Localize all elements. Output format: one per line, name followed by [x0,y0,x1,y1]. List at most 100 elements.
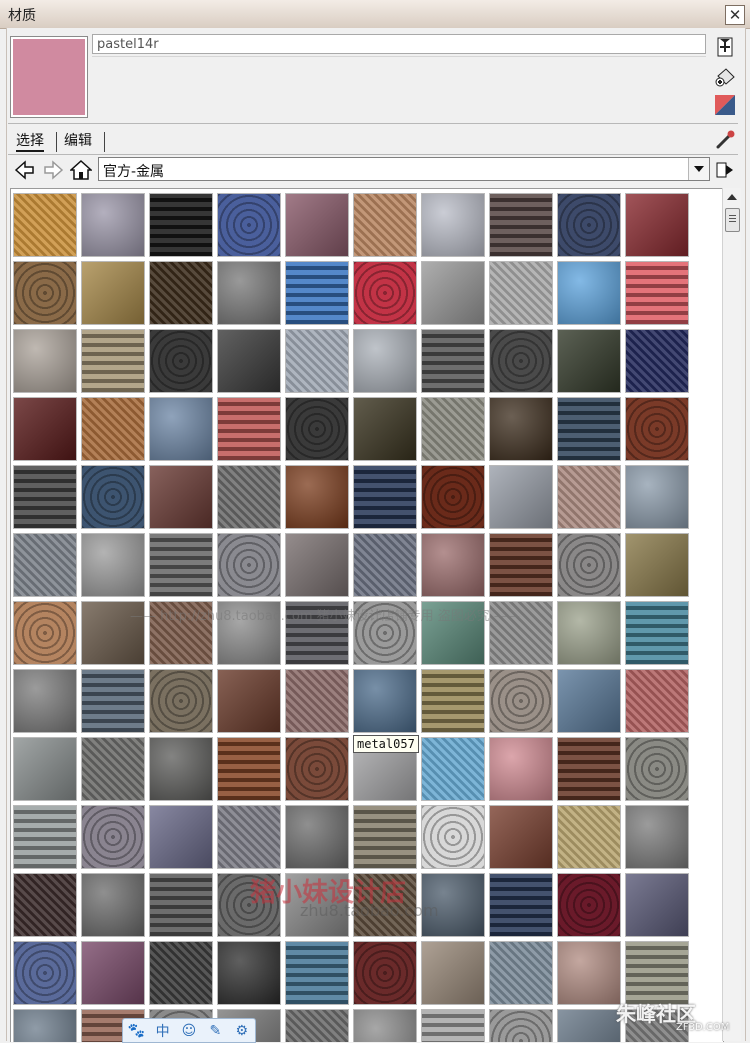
default-paint-button[interactable] [714,66,736,88]
material-swatch[interactable] [557,397,621,461]
scroll-up-icon[interactable] [727,194,737,200]
material-swatch[interactable] [489,737,553,801]
material-swatch[interactable] [285,805,349,869]
material-swatch[interactable] [217,261,281,325]
tab-edit[interactable]: 编辑 [64,130,92,150]
material-swatch[interactable] [217,397,281,461]
material-name-input[interactable] [92,34,706,54]
material-swatch[interactable] [13,465,77,529]
material-swatch[interactable] [13,261,77,325]
material-swatch[interactable] [149,873,213,937]
material-swatch[interactable] [13,941,77,1005]
scroll-thumb[interactable] [725,208,740,232]
material-swatch[interactable] [353,941,417,1005]
material-swatch[interactable] [557,465,621,529]
material-swatch[interactable] [81,873,145,937]
material-swatch[interactable] [13,805,77,869]
material-swatch[interactable] [421,941,485,1005]
material-swatch[interactable] [149,941,213,1005]
material-swatch[interactable] [489,397,553,461]
material-swatch[interactable] [285,261,349,325]
material-swatch[interactable] [625,805,689,869]
material-swatch[interactable] [217,737,281,801]
material-swatch[interactable] [625,465,689,529]
material-swatch[interactable] [421,193,485,257]
material-swatch[interactable] [421,533,485,597]
gear-icon[interactable]: ⚙ [232,1023,252,1039]
material-swatch[interactable] [217,193,281,257]
material-swatch[interactable] [353,261,417,325]
material-swatch[interactable] [625,737,689,801]
material-swatch[interactable] [557,737,621,801]
material-swatch[interactable] [421,465,485,529]
material-swatch[interactable] [625,669,689,733]
material-swatch[interactable] [353,329,417,393]
material-swatch[interactable] [285,1009,349,1042]
material-swatch[interactable] [149,261,213,325]
smile-icon[interactable]: ☺ [179,1023,199,1039]
material-swatch[interactable] [557,805,621,869]
create-material-button[interactable] [714,36,736,58]
material-swatch[interactable] [285,941,349,1005]
material-swatch[interactable] [13,533,77,597]
material-swatch[interactable] [285,193,349,257]
material-swatch[interactable] [625,329,689,393]
material-swatch[interactable] [489,533,553,597]
material-swatch[interactable] [625,397,689,461]
material-swatch[interactable] [149,805,213,869]
material-swatch[interactable] [81,329,145,393]
material-swatch[interactable] [217,329,281,393]
material-swatch[interactable] [557,941,621,1005]
material-swatch[interactable] [13,329,77,393]
chinese-mode-button[interactable]: 中 [153,1021,173,1041]
tab-select[interactable]: 选择 [16,130,44,152]
material-swatch[interactable] [353,397,417,461]
back-button[interactable] [14,159,36,181]
vertical-scrollbar[interactable] [722,188,741,1041]
material-swatch[interactable] [489,805,553,869]
material-swatch[interactable] [489,669,553,733]
material-swatch[interactable] [13,873,77,937]
material-swatch[interactable] [285,329,349,393]
material-swatch[interactable] [625,533,689,597]
material-swatch[interactable] [149,669,213,733]
material-swatch[interactable] [421,737,485,801]
paw-icon[interactable]: 🐾 [126,1023,146,1039]
material-swatch[interactable] [489,941,553,1005]
material-swatch[interactable] [149,737,213,801]
details-button[interactable] [714,159,736,181]
material-swatch[interactable] [421,1009,485,1042]
material-swatch[interactable] [489,465,553,529]
material-swatch[interactable] [81,193,145,257]
material-swatch[interactable] [217,465,281,529]
material-swatch[interactable] [13,1009,77,1042]
pencil-icon[interactable]: ✎ [205,1023,225,1039]
material-swatch[interactable] [353,1009,417,1042]
home-button[interactable] [70,159,92,181]
material-swatch[interactable] [557,669,621,733]
material-swatch[interactable] [489,193,553,257]
material-swatch[interactable] [625,941,689,1005]
material-swatch[interactable] [557,193,621,257]
material-swatch[interactable] [557,261,621,325]
material-swatch[interactable] [421,669,485,733]
material-swatch[interactable] [81,805,145,869]
material-swatch[interactable] [81,533,145,597]
material-swatch[interactable] [557,329,621,393]
material-swatch[interactable] [489,873,553,937]
material-swatch[interactable] [625,193,689,257]
material-swatch[interactable] [353,465,417,529]
material-swatch[interactable] [149,465,213,529]
material-swatch[interactable] [625,601,689,665]
library-dropdown[interactable]: 官方-金属 [98,157,710,181]
material-swatch[interactable] [13,669,77,733]
material-swatch[interactable] [81,737,145,801]
material-swatch[interactable] [81,465,145,529]
material-swatch[interactable] [421,329,485,393]
material-swatch[interactable] [285,737,349,801]
material-swatch[interactable] [489,1009,553,1042]
material-swatch[interactable] [489,261,553,325]
material-swatch[interactable] [285,533,349,597]
material-swatch[interactable] [285,669,349,733]
material-swatch[interactable] [421,397,485,461]
